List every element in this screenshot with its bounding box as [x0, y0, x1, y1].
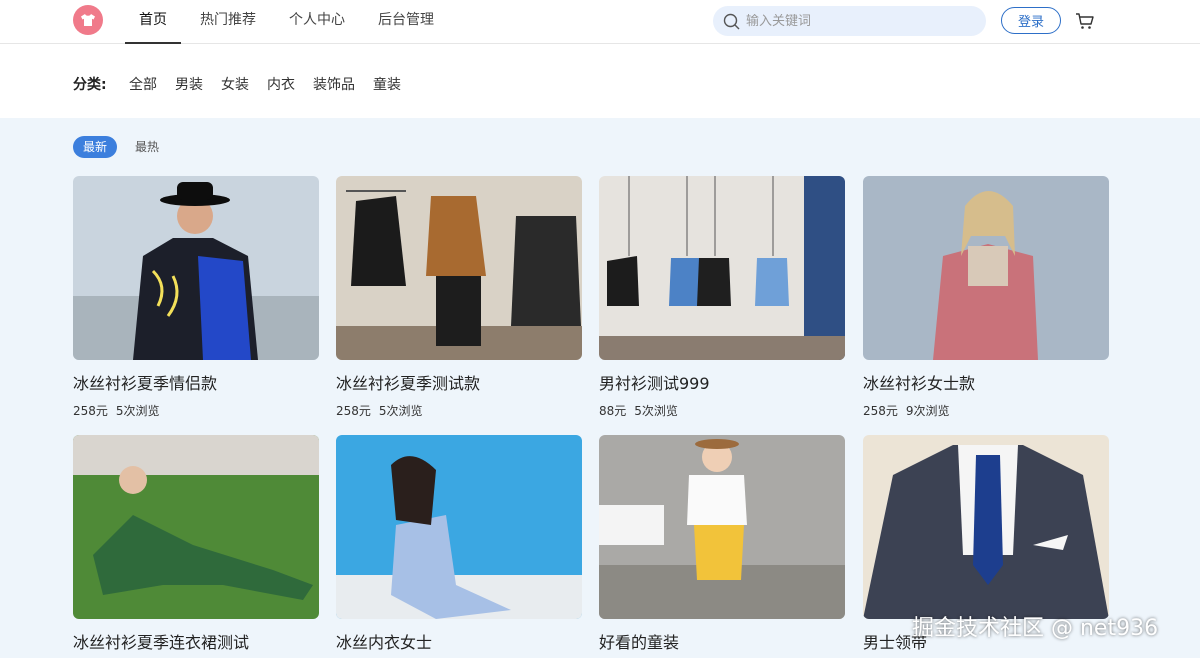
main-nav: 首页 热门推荐 个人中心 后台管理: [125, 0, 453, 44]
product-meta: 258元 5次浏览: [336, 402, 582, 419]
product-price: 258元: [863, 404, 898, 418]
nav-home[interactable]: 首页: [125, 0, 181, 44]
product-image[interactable]: [73, 176, 319, 360]
sort-newest-tab[interactable]: 最新: [73, 136, 118, 158]
product-image[interactable]: [599, 176, 845, 360]
category-list: 全部 男装 女装 内衣 装饰品 童装: [129, 74, 419, 94]
sort-tabs: 最新 最热: [73, 136, 177, 158]
search-icon: [723, 13, 740, 29]
product-image[interactable]: [73, 435, 319, 619]
tshirt-icon: [81, 14, 95, 26]
nav-admin[interactable]: 后台管理: [364, 0, 448, 44]
product-views: 9次浏览: [905, 404, 950, 418]
product-image[interactable]: [863, 176, 1109, 360]
product-card[interactable]: 冰丝衬衫夏季连衣裙测试: [73, 435, 319, 653]
product-image[interactable]: [336, 176, 582, 360]
watermark: 掘金技术社区 @ net936: [912, 616, 1159, 641]
product-image[interactable]: [599, 435, 845, 619]
category-all[interactable]: 全部: [129, 74, 157, 94]
product-price: 88元: [599, 404, 627, 418]
category-bar: 分类: 全部 男装 女装 内衣 装饰品 童装: [0, 44, 1200, 118]
shop-logo[interactable]: [73, 5, 103, 35]
product-title[interactable]: 冰丝衬衫夏季情侣款: [73, 370, 319, 394]
product-title[interactable]: 冰丝衬衫夏季连衣裙测试: [73, 629, 319, 653]
cart-icon[interactable]: [1075, 11, 1095, 31]
product-views: 5次浏览: [634, 404, 678, 418]
category-underwear[interactable]: 内衣: [267, 74, 295, 94]
category-accessories[interactable]: 装饰品: [313, 74, 355, 94]
product-title[interactable]: 冰丝衬衫夏季测试款: [336, 370, 582, 394]
category-men[interactable]: 男装: [175, 74, 203, 94]
product-card[interactable]: 冰丝内衣女士: [336, 435, 582, 653]
product-title[interactable]: 冰丝衬衫女士款: [863, 370, 1109, 394]
product-views: 5次浏览: [378, 404, 423, 418]
product-card[interactable]: 好看的童装: [599, 435, 845, 653]
category-kids[interactable]: 童装: [373, 74, 401, 94]
product-title[interactable]: 冰丝内衣女士: [336, 629, 582, 653]
product-meta: 88元 5次浏览: [599, 402, 845, 419]
category-label: 分类:: [73, 77, 107, 93]
product-image[interactable]: [863, 435, 1109, 619]
product-meta: 258元 9次浏览: [863, 402, 1109, 419]
category-women[interactable]: 女装: [221, 74, 249, 94]
product-views: 5次浏览: [115, 404, 160, 418]
product-price: 258元: [73, 404, 108, 418]
product-card[interactable]: 冰丝衬衫夏季情侣款 258元 5次浏览: [73, 176, 319, 419]
product-image[interactable]: [336, 435, 582, 619]
product-title[interactable]: 好看的童装: [599, 629, 845, 653]
search-input[interactable]: [746, 13, 976, 29]
product-card[interactable]: 男衬衫测试999 88元 5次浏览: [599, 176, 845, 419]
top-header: 首页 热门推荐 个人中心 后台管理 登录: [0, 0, 1200, 44]
search-box[interactable]: [713, 6, 986, 36]
nav-personal-center[interactable]: 个人中心: [275, 0, 359, 44]
product-card[interactable]: 冰丝衬衫夏季测试款 258元 5次浏览: [336, 176, 582, 419]
login-button[interactable]: 登录: [1001, 7, 1061, 34]
product-card[interactable]: 冰丝衬衫女士款 258元 9次浏览: [863, 176, 1109, 419]
sort-hottest-tab[interactable]: 最热: [125, 136, 169, 158]
product-title[interactable]: 男衬衫测试999: [599, 370, 845, 394]
product-meta: 258元 5次浏览: [73, 402, 319, 419]
nav-hot-recommend[interactable]: 热门推荐: [186, 0, 270, 44]
product-price: 258元: [336, 404, 371, 418]
